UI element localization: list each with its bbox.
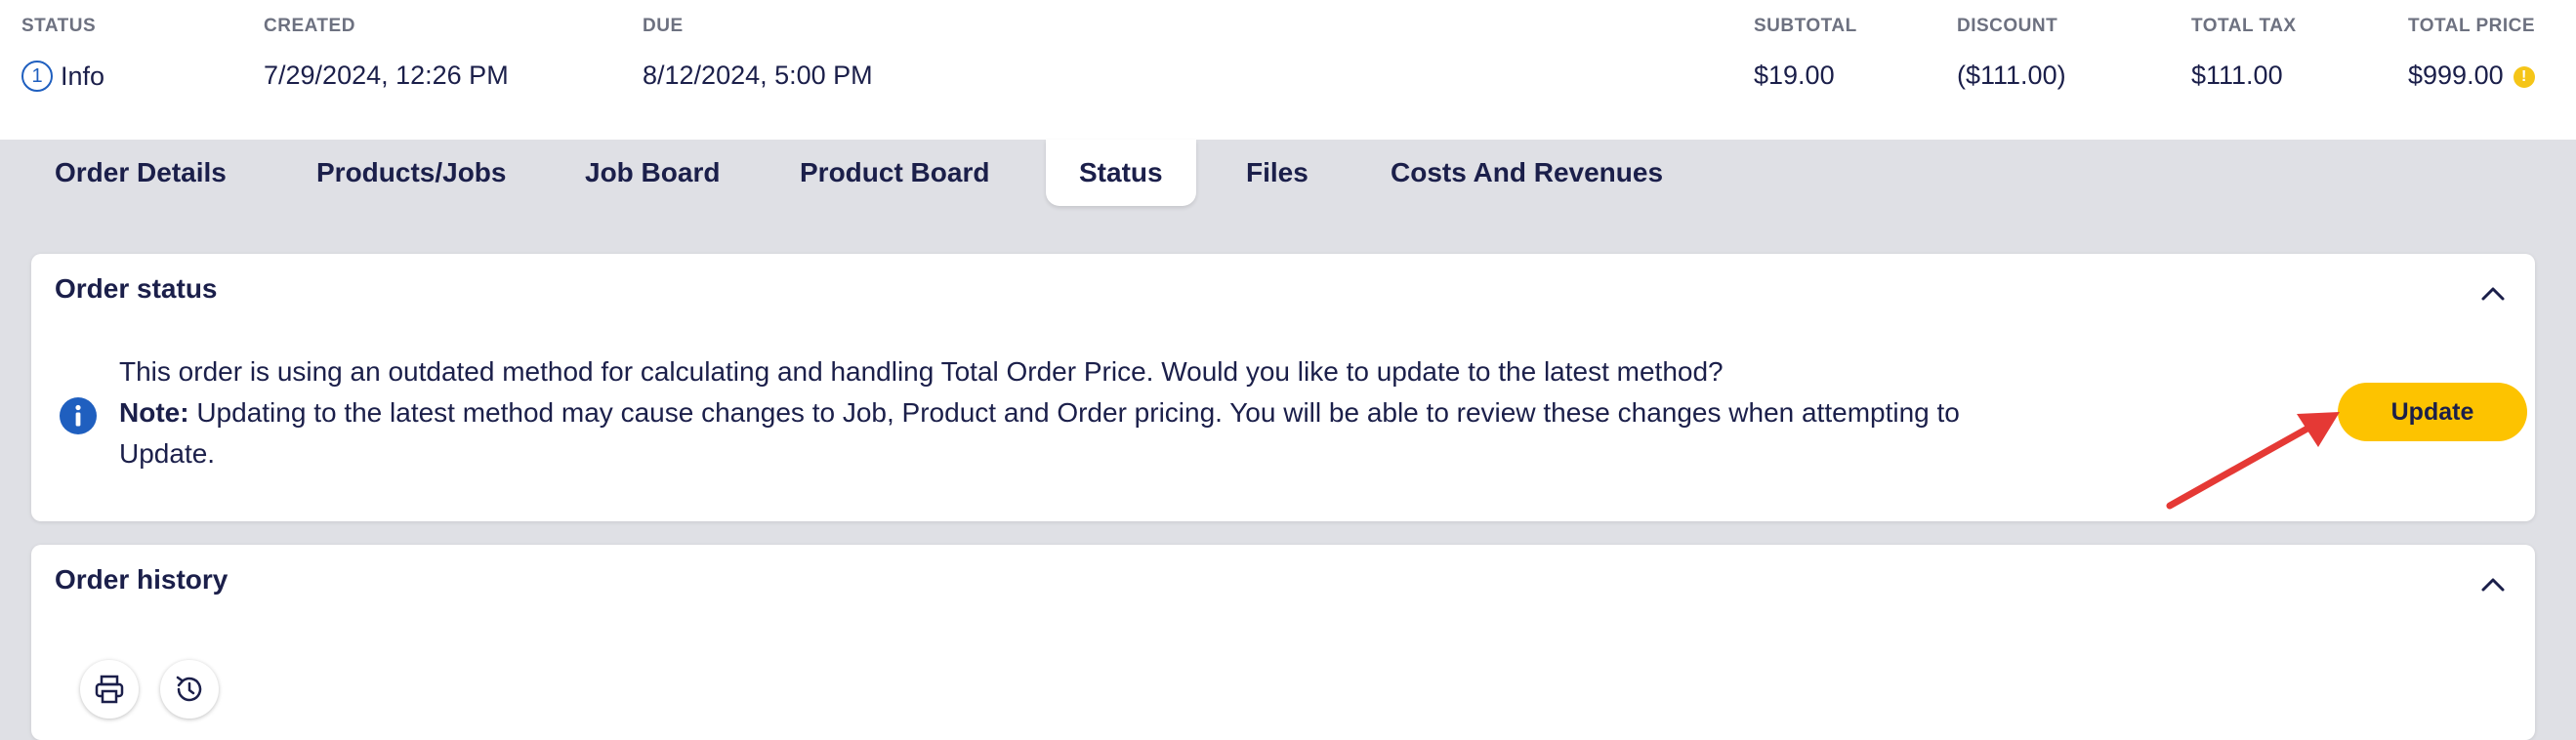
warning-icon[interactable]: ! (2513, 65, 2535, 88)
tab-files[interactable]: Files (1246, 140, 1309, 206)
status-value[interactable]: 1 Info (21, 61, 104, 92)
total-tax-label: TOTAL TAX (2191, 16, 2297, 36)
order-history-title: Order history (55, 564, 229, 595)
total-tax-value: $111.00 (2191, 61, 2283, 90)
created-value: 7/29/2024, 12:26 PM (264, 61, 509, 90)
chevron-up-icon[interactable] (2478, 570, 2508, 599)
update-button[interactable]: Update (2338, 383, 2527, 441)
total-price-text: $999.00 (2408, 61, 2504, 90)
subtotal-value: $19.00 (1754, 61, 1835, 90)
history-button[interactable] (160, 660, 219, 719)
print-button[interactable] (80, 660, 139, 719)
step-number-icon: 1 (21, 61, 53, 92)
order-tabs: Order Details Products/Jobs Job Board Pr… (0, 140, 2576, 208)
note-text: Updating to the latest method may cause … (119, 397, 1960, 469)
total-price-label: TOTAL PRICE (2408, 16, 2536, 36)
outdated-method-message: This order is using an outdated method f… (119, 351, 2072, 474)
annotation-arrow-icon (2166, 412, 2340, 510)
due-label: DUE (643, 16, 684, 36)
chevron-up-icon[interactable] (2478, 279, 2508, 308)
due-value: 8/12/2024, 5:00 PM (643, 61, 873, 90)
tab-costs-and-revenues[interactable]: Costs And Revenues (1391, 140, 1663, 206)
tab-products-jobs[interactable]: Products/Jobs (316, 140, 506, 206)
created-label: CREATED (264, 16, 355, 36)
info-icon (60, 397, 97, 434)
order-history-panel: Order history (31, 545, 2535, 740)
total-price-value: $999.00! (2408, 61, 2535, 91)
status-label: STATUS (21, 16, 97, 36)
history-icon (176, 676, 202, 702)
discount-value: ($111.00) (1957, 61, 2066, 90)
note-label: Note: (119, 397, 189, 428)
history-actions (80, 660, 219, 719)
order-status-title: Order status (55, 273, 218, 304)
discount-label: DISCOUNT (1957, 16, 2058, 36)
message-line-1: This order is using an outdated method f… (119, 356, 1724, 387)
tab-job-board[interactable]: Job Board (585, 140, 720, 206)
subtotal-label: SUBTOTAL (1754, 16, 1857, 36)
tab-status[interactable]: Status (1046, 140, 1196, 206)
status-text: Info (61, 61, 105, 91)
message-note: Note: Updating to the latest method may … (119, 392, 2072, 474)
printer-icon (95, 675, 124, 704)
tab-product-board[interactable]: Product Board (800, 140, 989, 206)
order-summary-bar: STATUS 1 Info CREATED 7/29/2024, 12:26 P… (0, 0, 2576, 140)
tab-order-details[interactable]: Order Details (55, 140, 227, 206)
